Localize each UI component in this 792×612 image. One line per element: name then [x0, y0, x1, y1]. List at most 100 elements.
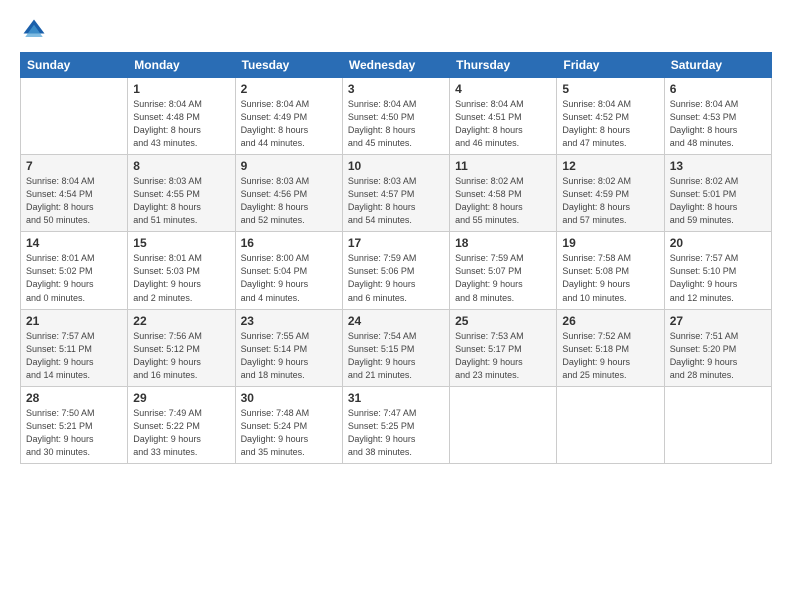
day-info: Sunrise: 8:02 AM Sunset: 5:01 PM Dayligh…: [670, 175, 766, 227]
day-number: 3: [348, 82, 444, 96]
day-cell: [664, 386, 771, 463]
day-cell: 18 Sunrise: 7:59 AM Sunset: 5:07 PM Dayli…: [450, 232, 557, 309]
day-number: 28: [26, 391, 122, 405]
day-number: 18: [455, 236, 551, 250]
day-cell: 2 Sunrise: 8:04 AM Sunset: 4:49 PM Daylig…: [235, 78, 342, 155]
calendar-table: SundayMondayTuesdayWednesdayThursdayFrid…: [20, 52, 772, 464]
day-number: 17: [348, 236, 444, 250]
day-info: Sunrise: 8:04 AM Sunset: 4:48 PM Dayligh…: [133, 98, 229, 150]
day-number: 30: [241, 391, 337, 405]
day-cell: 5 Sunrise: 8:04 AM Sunset: 4:52 PM Daylig…: [557, 78, 664, 155]
week-row-4: 21 Sunrise: 7:57 AM Sunset: 5:11 PM Dayli…: [21, 309, 772, 386]
day-info: Sunrise: 7:58 AM Sunset: 5:08 PM Dayligh…: [562, 252, 658, 304]
day-cell: 3 Sunrise: 8:04 AM Sunset: 4:50 PM Daylig…: [342, 78, 449, 155]
day-info: Sunrise: 8:04 AM Sunset: 4:52 PM Dayligh…: [562, 98, 658, 150]
weekday-header-wednesday: Wednesday: [342, 53, 449, 78]
day-number: 22: [133, 314, 229, 328]
day-info: Sunrise: 7:55 AM Sunset: 5:14 PM Dayligh…: [241, 330, 337, 382]
day-info: Sunrise: 8:02 AM Sunset: 4:59 PM Dayligh…: [562, 175, 658, 227]
weekday-header-thursday: Thursday: [450, 53, 557, 78]
day-info: Sunrise: 7:59 AM Sunset: 5:06 PM Dayligh…: [348, 252, 444, 304]
day-info: Sunrise: 7:59 AM Sunset: 5:07 PM Dayligh…: [455, 252, 551, 304]
day-number: 25: [455, 314, 551, 328]
day-cell: 28 Sunrise: 7:50 AM Sunset: 5:21 PM Dayli…: [21, 386, 128, 463]
day-info: Sunrise: 7:47 AM Sunset: 5:25 PM Dayligh…: [348, 407, 444, 459]
day-number: 24: [348, 314, 444, 328]
day-number: 13: [670, 159, 766, 173]
logo: [20, 16, 52, 44]
day-info: Sunrise: 7:53 AM Sunset: 5:17 PM Dayligh…: [455, 330, 551, 382]
day-number: 15: [133, 236, 229, 250]
day-cell: 1 Sunrise: 8:04 AM Sunset: 4:48 PM Daylig…: [128, 78, 235, 155]
day-number: 20: [670, 236, 766, 250]
day-cell: 8 Sunrise: 8:03 AM Sunset: 4:55 PM Daylig…: [128, 155, 235, 232]
day-info: Sunrise: 8:04 AM Sunset: 4:51 PM Dayligh…: [455, 98, 551, 150]
day-cell: 6 Sunrise: 8:04 AM Sunset: 4:53 PM Daylig…: [664, 78, 771, 155]
day-info: Sunrise: 7:49 AM Sunset: 5:22 PM Dayligh…: [133, 407, 229, 459]
day-number: 19: [562, 236, 658, 250]
day-cell: [557, 386, 664, 463]
day-cell: 9 Sunrise: 8:03 AM Sunset: 4:56 PM Daylig…: [235, 155, 342, 232]
header: [20, 16, 772, 44]
day-cell: 4 Sunrise: 8:04 AM Sunset: 4:51 PM Daylig…: [450, 78, 557, 155]
page: SundayMondayTuesdayWednesdayThursdayFrid…: [0, 0, 792, 612]
day-cell: 27 Sunrise: 7:51 AM Sunset: 5:20 PM Dayli…: [664, 309, 771, 386]
day-info: Sunrise: 8:04 AM Sunset: 4:49 PM Dayligh…: [241, 98, 337, 150]
day-cell: 16 Sunrise: 8:00 AM Sunset: 5:04 PM Dayli…: [235, 232, 342, 309]
day-info: Sunrise: 7:57 AM Sunset: 5:11 PM Dayligh…: [26, 330, 122, 382]
day-cell: 29Sunrise: 7:49 AM Sunset: 5:22 PM Dayli…: [128, 386, 235, 463]
weekday-header-row: SundayMondayTuesdayWednesdayThursdayFrid…: [21, 53, 772, 78]
day-cell: 21 Sunrise: 7:57 AM Sunset: 5:11 PM Dayli…: [21, 309, 128, 386]
day-cell: 10 Sunrise: 8:03 AM Sunset: 4:57 PM Dayli…: [342, 155, 449, 232]
week-row-1: 1 Sunrise: 8:04 AM Sunset: 4:48 PM Daylig…: [21, 78, 772, 155]
day-info: Sunrise: 8:03 AM Sunset: 4:56 PM Dayligh…: [241, 175, 337, 227]
day-info: Sunrise: 7:50 AM Sunset: 5:21 PM Dayligh…: [26, 407, 122, 459]
day-number: 31: [348, 391, 444, 405]
day-number: 16: [241, 236, 337, 250]
day-number: 23: [241, 314, 337, 328]
day-number: 5: [562, 82, 658, 96]
day-cell: 25 Sunrise: 7:53 AM Sunset: 5:17 PM Dayli…: [450, 309, 557, 386]
day-info: Sunrise: 8:01 AM Sunset: 5:03 PM Dayligh…: [133, 252, 229, 304]
day-number: 21: [26, 314, 122, 328]
day-cell: [21, 78, 128, 155]
day-info: Sunrise: 8:00 AM Sunset: 5:04 PM Dayligh…: [241, 252, 337, 304]
day-cell: 22 Sunrise: 7:56 AM Sunset: 5:12 PM Dayli…: [128, 309, 235, 386]
weekday-header-tuesday: Tuesday: [235, 53, 342, 78]
day-number: 6: [670, 82, 766, 96]
day-number: 11: [455, 159, 551, 173]
day-number: 2: [241, 82, 337, 96]
day-cell: 31 Sunrise: 7:47 AM Sunset: 5:25 PM Dayli…: [342, 386, 449, 463]
weekday-header-friday: Friday: [557, 53, 664, 78]
weekday-header-saturday: Saturday: [664, 53, 771, 78]
day-number: 10: [348, 159, 444, 173]
day-info: Sunrise: 7:52 AM Sunset: 5:18 PM Dayligh…: [562, 330, 658, 382]
day-number: 27: [670, 314, 766, 328]
day-number: 9: [241, 159, 337, 173]
day-number: 26: [562, 314, 658, 328]
weekday-header-sunday: Sunday: [21, 53, 128, 78]
day-cell: 19 Sunrise: 7:58 AM Sunset: 5:08 PM Dayli…: [557, 232, 664, 309]
day-info: Sunrise: 7:57 AM Sunset: 5:10 PM Dayligh…: [670, 252, 766, 304]
week-row-5: 28 Sunrise: 7:50 AM Sunset: 5:21 PM Dayli…: [21, 386, 772, 463]
day-cell: 30 Sunrise: 7:48 AM Sunset: 5:24 PM Dayli…: [235, 386, 342, 463]
day-cell: 17 Sunrise: 7:59 AM Sunset: 5:06 PM Dayli…: [342, 232, 449, 309]
day-number: 12: [562, 159, 658, 173]
day-info: Sunrise: 8:04 AM Sunset: 4:50 PM Dayligh…: [348, 98, 444, 150]
logo-icon: [20, 16, 48, 44]
day-info: Sunrise: 7:56 AM Sunset: 5:12 PM Dayligh…: [133, 330, 229, 382]
day-cell: 11Sunrise: 8:02 AM Sunset: 4:58 PM Dayli…: [450, 155, 557, 232]
day-info: Sunrise: 8:03 AM Sunset: 4:55 PM Dayligh…: [133, 175, 229, 227]
day-number: 4: [455, 82, 551, 96]
day-number: 7: [26, 159, 122, 173]
day-info: Sunrise: 7:48 AM Sunset: 5:24 PM Dayligh…: [241, 407, 337, 459]
day-info: Sunrise: 8:03 AM Sunset: 4:57 PM Dayligh…: [348, 175, 444, 227]
day-cell: 20 Sunrise: 7:57 AM Sunset: 5:10 PM Dayli…: [664, 232, 771, 309]
day-cell: 23 Sunrise: 7:55 AM Sunset: 5:14 PM Dayli…: [235, 309, 342, 386]
day-cell: 12 Sunrise: 8:02 AM Sunset: 4:59 PM Dayli…: [557, 155, 664, 232]
weekday-header-monday: Monday: [128, 53, 235, 78]
day-info: Sunrise: 8:04 AM Sunset: 4:53 PM Dayligh…: [670, 98, 766, 150]
day-info: Sunrise: 7:51 AM Sunset: 5:20 PM Dayligh…: [670, 330, 766, 382]
day-number: 8: [133, 159, 229, 173]
day-number: 1: [133, 82, 229, 96]
